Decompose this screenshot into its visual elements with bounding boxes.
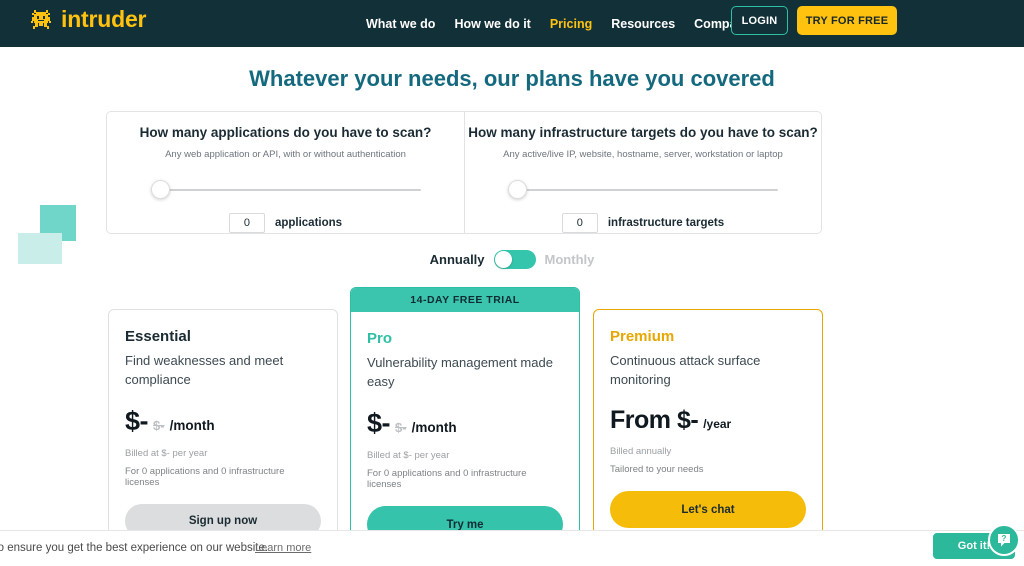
bug-robot-icon <box>30 9 52 31</box>
plan-price-essential: $- <box>125 406 148 437</box>
infrastructure-calculator-panel: How many infrastructure targets do you h… <box>464 112 821 233</box>
plan-billed-note-premium: Billed annually <box>610 446 806 457</box>
applications-input[interactable]: 0 <box>229 213 265 233</box>
applications-slider[interactable] <box>151 180 421 200</box>
billing-monthly-label[interactable]: Monthly <box>545 252 595 267</box>
main-nav: What we do How we do it Pricing Resource… <box>366 0 751 47</box>
cookie-message: ookies to ensure you get the best experi… <box>0 542 268 554</box>
nav-item-what-we-do[interactable]: What we do <box>366 17 435 31</box>
plan-description-essential: Find weaknesses and meet compliance <box>125 351 321 389</box>
plan-banner-pro: 14-DAY FREE TRIAL <box>351 288 579 312</box>
plan-card-premium: Premium Continuous attack surface monito… <box>593 309 823 566</box>
billing-switch[interactable] <box>494 250 536 269</box>
login-button[interactable]: LOGIN <box>731 6 788 35</box>
plan-billed-note-essential: Billed at $- per year <box>125 448 321 459</box>
plan-price-old-essential: $- <box>153 418 165 433</box>
logo-text: intruder <box>61 8 146 31</box>
applications-value-row: 0 applications <box>107 213 464 233</box>
plan-licenses-note-essential: For 0 applications and 0 infrastructure … <box>125 466 321 488</box>
plan-price-row-pro: $- $- /month <box>367 408 563 439</box>
applications-slider-knob[interactable] <box>151 180 170 199</box>
plan-period-premium: /year <box>703 417 731 431</box>
plan-name-pro: Pro <box>367 330 563 347</box>
applications-slider-track[interactable] <box>151 189 421 191</box>
plan-period-pro: /month <box>412 420 457 435</box>
plan-price-row-essential: $- $- /month <box>125 406 321 437</box>
pricing-page: intruder What we do How we do it Pricing… <box>0 0 1024 566</box>
applications-calculator-panel: How many applications do you have to sca… <box>107 112 464 233</box>
plan-price-row-premium: From $- /year <box>610 406 806 435</box>
plan-licenses-note-pro: For 0 applications and 0 infrastructure … <box>367 468 563 490</box>
pricing-cards: Essential Find weaknesses and meet compl… <box>0 287 1024 566</box>
plan-description-premium: Continuous attack surface monitoring <box>610 351 806 389</box>
infrastructure-unit-label: infrastructure targets <box>608 217 724 229</box>
plan-description-pro: Vulnerability management made easy <box>367 353 563 391</box>
svg-text:?: ? <box>1002 534 1007 543</box>
chat-question-icon: ? <box>996 532 1012 548</box>
plan-name-premium: Premium <box>610 328 806 345</box>
infrastructure-input[interactable]: 0 <box>562 213 598 233</box>
nav-item-pricing[interactable]: Pricing <box>550 17 592 31</box>
plan-billed-note-pro: Billed at $- per year <box>367 450 563 461</box>
infrastructure-subtitle: Any active/live IP, website, hostname, s… <box>465 149 821 160</box>
plan-card-pro: 14-DAY FREE TRIAL Pro Vulnerability mana… <box>350 287 580 566</box>
infrastructure-question: How many infrastructure targets do you h… <box>465 125 821 140</box>
applications-subtitle: Any web application or API, with or with… <box>107 149 464 160</box>
plan-period-essential: /month <box>170 418 215 433</box>
plan-cta-premium[interactable]: Let's chat <box>610 491 806 528</box>
plan-price-premium: From $- <box>610 406 698 435</box>
infrastructure-slider[interactable] <box>508 180 778 200</box>
site-header: intruder What we do How we do it Pricing… <box>0 0 1024 47</box>
plan-card-essential: Essential Find weaknesses and meet compl… <box>108 309 338 566</box>
billing-period-toggle: Annually Monthly <box>0 250 1024 269</box>
plan-price-pro: $- <box>367 408 390 439</box>
plan-price-old-pro: $- <box>395 420 407 435</box>
applications-question: How many applications do you have to sca… <box>107 125 464 140</box>
nav-item-how-we-do-it[interactable]: How we do it <box>454 17 530 31</box>
infrastructure-slider-track[interactable] <box>508 189 778 191</box>
infrastructure-slider-knob[interactable] <box>508 180 527 199</box>
nav-item-resources[interactable]: Resources <box>611 17 675 31</box>
logo[interactable]: intruder <box>30 8 146 31</box>
infrastructure-value-row: 0 infrastructure targets <box>465 213 821 233</box>
applications-unit-label: applications <box>275 217 342 229</box>
cookie-banner: ookies to ensure you get the best experi… <box>0 530 1024 566</box>
help-chat-bubble-icon[interactable]: ? <box>988 524 1020 556</box>
plan-body-pro: Pro Vulnerability management made easy $… <box>351 312 579 543</box>
plan-name-essential: Essential <box>125 328 321 345</box>
scan-calculator: How many applications do you have to sca… <box>106 111 822 234</box>
cookie-learn-more-link[interactable]: Learn more <box>255 542 311 554</box>
try-for-free-button[interactable]: TRY FOR FREE <box>797 6 897 35</box>
billing-switch-knob <box>495 251 512 268</box>
page-title: Whatever your needs, our plans have you … <box>0 66 1024 92</box>
plan-licenses-note-premium: Tailored to your needs <box>610 464 806 475</box>
billing-annually-label[interactable]: Annually <box>430 252 485 267</box>
